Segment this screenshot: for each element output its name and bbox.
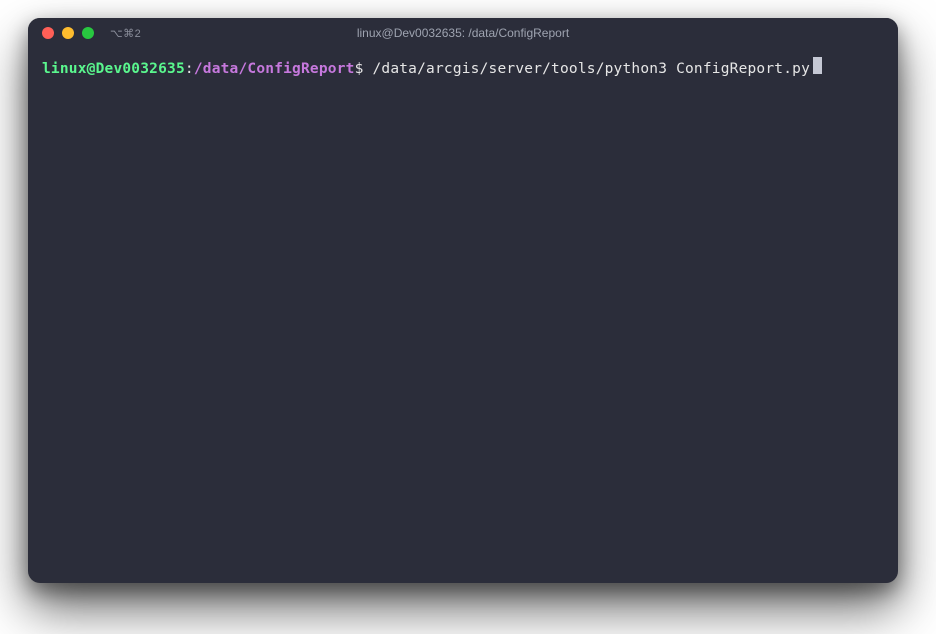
prompt-symbol: $ bbox=[355, 59, 364, 81]
command-text: /data/arcgis/server/tools/python3 Config… bbox=[372, 61, 810, 77]
prompt-user-host: linux@Dev0032635 bbox=[42, 59, 185, 81]
prompt-line: linux@Dev0032635:/data/ConfigReport$ /da… bbox=[42, 56, 884, 81]
window-title: linux@Dev0032635: /data/ConfigReport bbox=[357, 26, 569, 40]
command-input[interactable]: /data/arcgis/server/tools/python3 Config… bbox=[364, 59, 811, 81]
cursor-icon bbox=[813, 57, 822, 74]
terminal-body[interactable]: linux@Dev0032635:/data/ConfigReport$ /da… bbox=[28, 48, 898, 583]
minimize-button[interactable] bbox=[62, 27, 74, 39]
terminal-window: ⌥⌘2 linux@Dev0032635: /data/ConfigReport… bbox=[28, 18, 898, 583]
close-button[interactable] bbox=[42, 27, 54, 39]
prompt-cwd: /data/ConfigReport bbox=[194, 59, 355, 81]
maximize-button[interactable] bbox=[82, 27, 94, 39]
prompt-separator: : bbox=[185, 59, 194, 81]
title-bar: ⌥⌘2 linux@Dev0032635: /data/ConfigReport bbox=[28, 18, 898, 48]
traffic-lights bbox=[42, 27, 94, 39]
tab-indicator: ⌥⌘2 bbox=[110, 27, 141, 40]
